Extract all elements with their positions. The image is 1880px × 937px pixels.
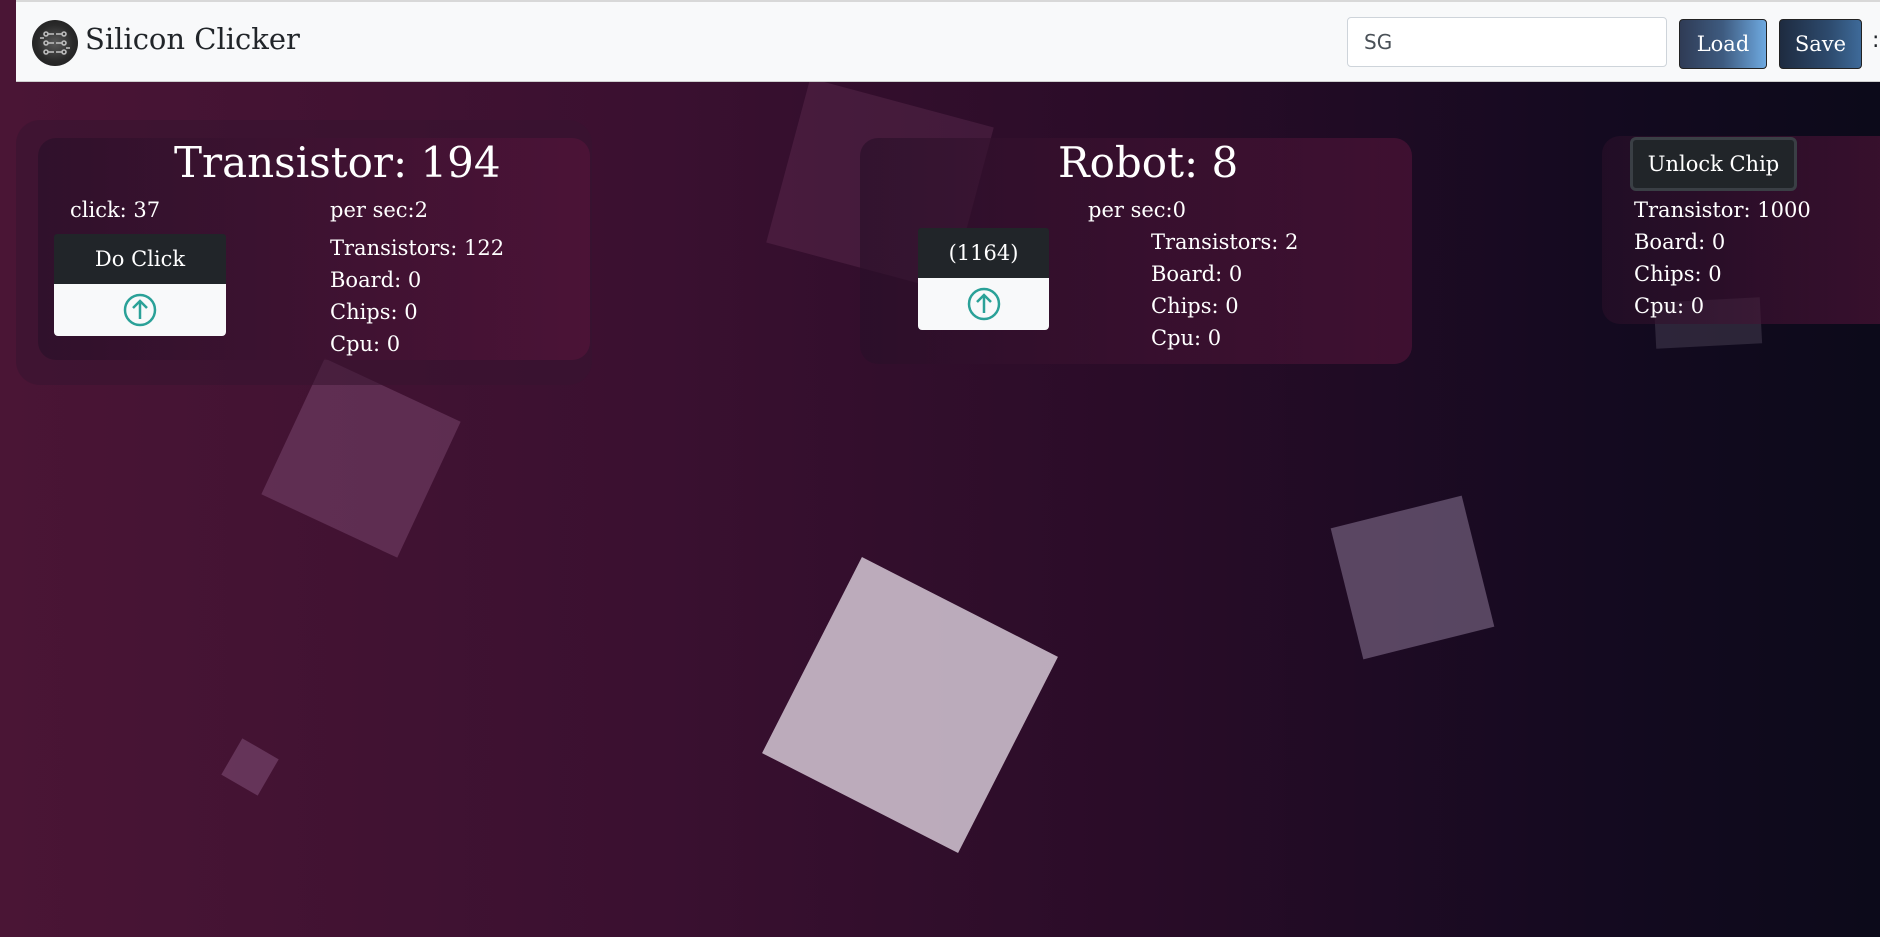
robot-upgrade-button[interactable] [918, 278, 1049, 330]
bg-square-2 [261, 358, 461, 558]
arrow-up-circle-icon [123, 293, 157, 327]
robot-title: Robot: 8 [1058, 138, 1239, 187]
buy-robot-button[interactable]: (1164) [918, 228, 1049, 278]
chip-cost-cpu: Cpu: 0 [1634, 294, 1705, 318]
transistor-cost-board: Board: 0 [330, 268, 422, 292]
top-navbar: Silicon Clicker Load Save : [16, 0, 1880, 82]
transistor-per-sec-label: per sec:2 [330, 198, 428, 222]
chip-cost-chips: Chips: 0 [1634, 262, 1722, 286]
click-count-label: click: 37 [70, 198, 161, 222]
save-button[interactable]: Save [1779, 19, 1862, 69]
unlock-chip-button[interactable]: Unlock Chip [1630, 137, 1797, 191]
robot-cost-board: Board: 0 [1151, 262, 1243, 286]
robot-cost-cpu: Cpu: 0 [1151, 326, 1222, 350]
transistor-title: Transistor: 194 [174, 138, 501, 187]
load-button[interactable]: Load [1679, 19, 1767, 69]
do-click-button[interactable]: Do Click [54, 234, 226, 284]
bg-square-4 [1330, 495, 1495, 660]
chip-cost-transistor: Transistor: 1000 [1634, 198, 1811, 222]
transistor-cost-chips: Chips: 0 [330, 300, 418, 324]
circuit-logo-icon [32, 20, 78, 66]
bg-square-3 [762, 557, 1058, 853]
robot-cost-chips: Chips: 0 [1151, 294, 1239, 318]
robot-cost-transistors: Transistors: 2 [1151, 230, 1299, 254]
bg-square-5 [221, 738, 279, 796]
transistor-cost-transistors: Transistors: 122 [330, 236, 505, 260]
chip-cost-board: Board: 0 [1634, 230, 1726, 254]
brand-title[interactable]: Silicon Clicker [85, 22, 300, 56]
arrow-up-circle-icon [967, 287, 1000, 321]
overflow-glyph: : [1872, 28, 1880, 53]
robot-per-sec-label: per sec:0 [1088, 198, 1186, 222]
transistor-cost-cpu: Cpu: 0 [330, 332, 401, 356]
save-code-input[interactable] [1347, 17, 1667, 67]
transistor-upgrade-button[interactable] [54, 284, 226, 336]
